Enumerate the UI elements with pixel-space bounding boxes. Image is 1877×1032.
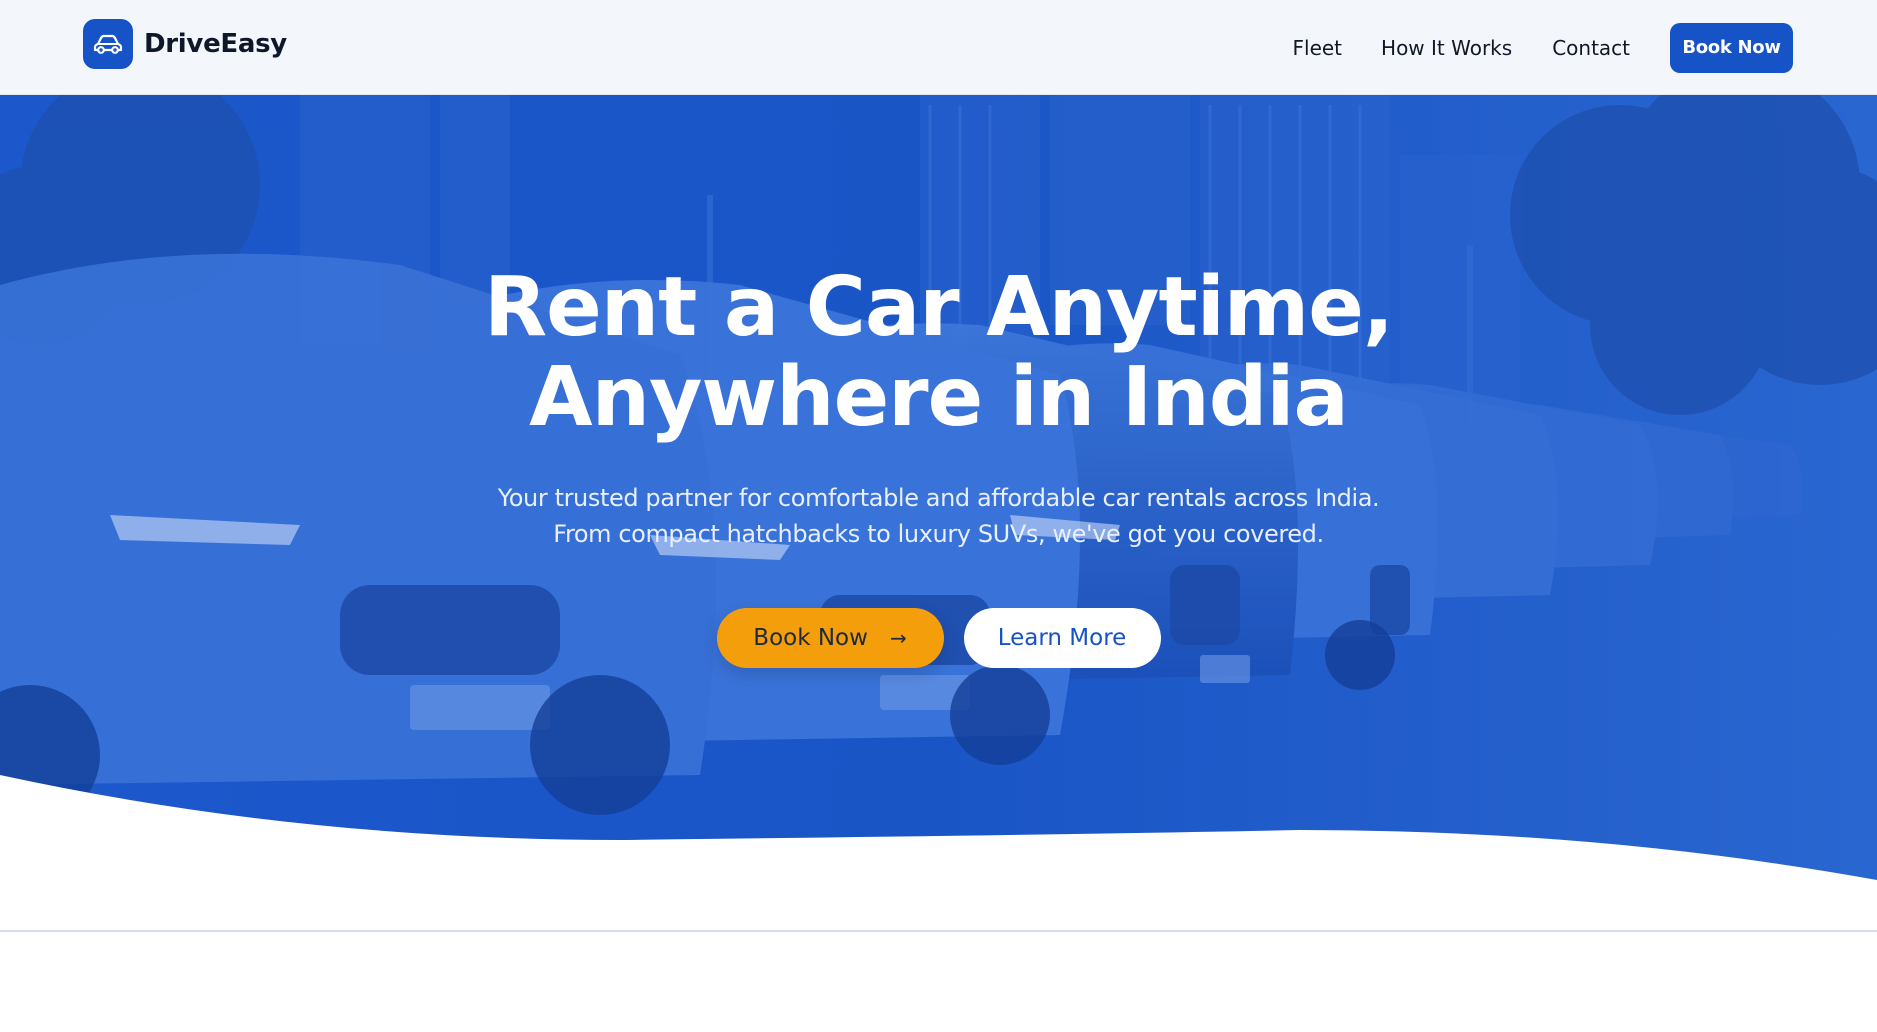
brand-name: DriveEasy <box>144 29 287 59</box>
nav-link-contact[interactable]: Contact <box>1552 36 1630 60</box>
car-icon <box>83 19 133 69</box>
hero-subtitle-line-1: Your trusted partner for comfortable and… <box>497 484 1380 512</box>
hero-section: Rent a Car Anytime, Anywhere in India Yo… <box>0 95 1877 885</box>
learn-more-button[interactable]: Learn More <box>963 608 1161 668</box>
nav-book-now-button[interactable]: Book Now <box>1670 22 1793 73</box>
brand-link[interactable]: DriveEasy <box>83 19 287 69</box>
hero-book-now-button[interactable]: Book Now → <box>716 608 944 668</box>
hero-book-now-label: Book Now <box>753 625 868 651</box>
nav-link-how-it-works[interactable]: How It Works <box>1381 36 1512 60</box>
hero-title-line-1: Rent a Car Anytime, <box>483 260 1394 355</box>
hero-title: Rent a Car Anytime, Anywhere in India <box>0 263 1877 443</box>
main-nav: Fleet How It Works Contact Book Now <box>1293 0 1877 95</box>
section-divider <box>0 930 1877 932</box>
navbar: DriveEasy Fleet How It Works Contact Boo… <box>0 0 1877 95</box>
hero-title-line-2: Anywhere in India <box>529 350 1349 445</box>
arrow-right-icon: → <box>889 626 907 650</box>
nav-link-fleet[interactable]: Fleet <box>1293 36 1343 60</box>
hero-subtitle: Your trusted partner for comfortable and… <box>0 480 1877 552</box>
hero-actions: Book Now → Learn More <box>0 608 1877 668</box>
hero-subtitle-line-2: From compact hatchbacks to luxury SUVs, … <box>553 520 1324 548</box>
